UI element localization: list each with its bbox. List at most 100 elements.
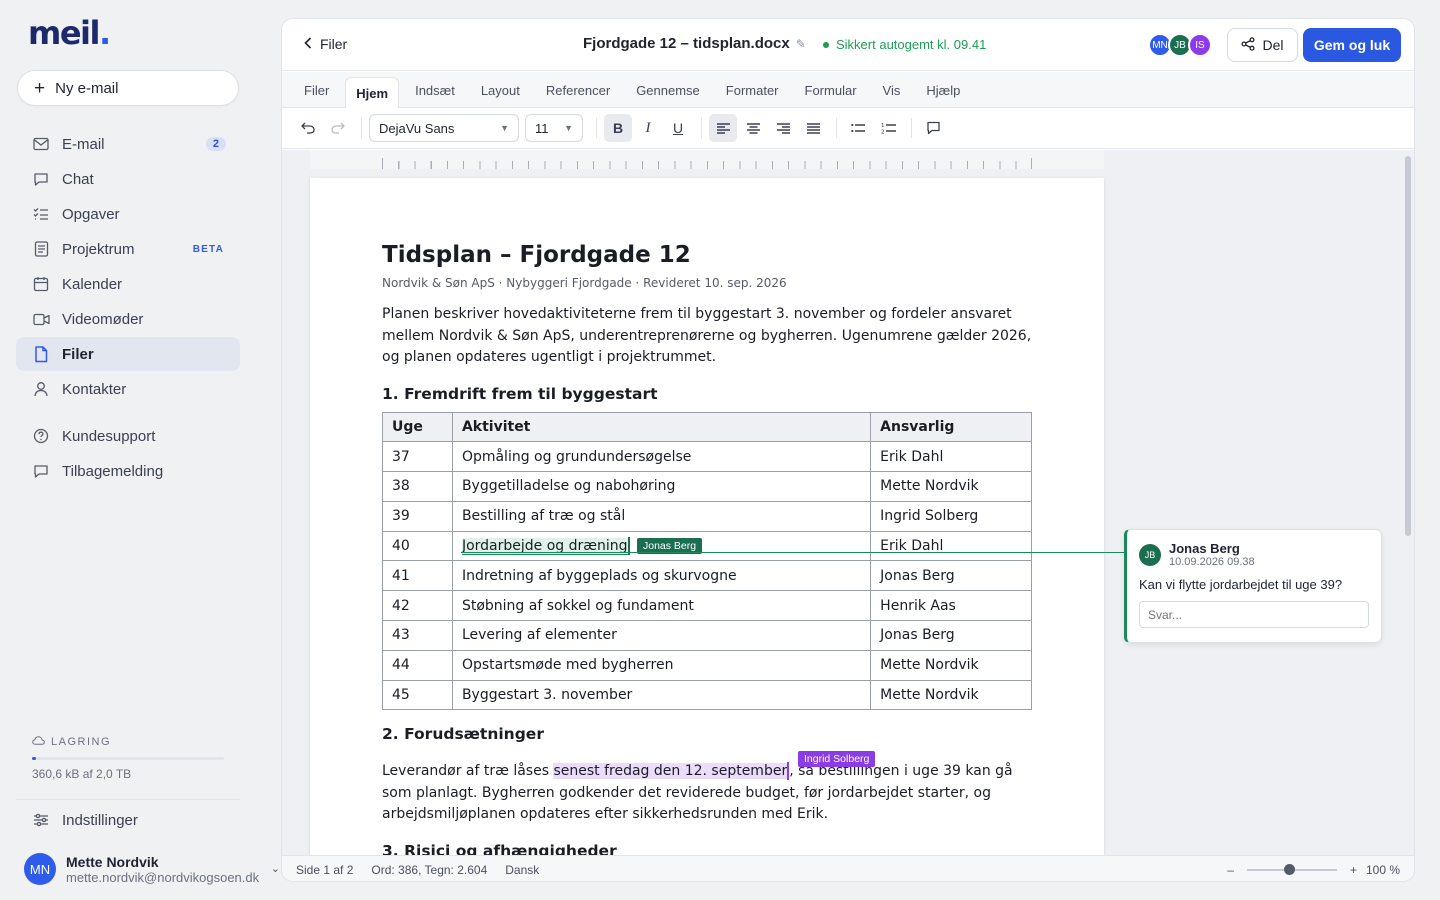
tab-filer[interactable]: Filer <box>294 72 339 108</box>
schedule-table[interactable]: Uge Aktivitet Ansvarlig 37 Opmåling og gr… <box>382 411 1032 711</box>
tab-indsaet[interactable]: Indsæt <box>405 72 465 108</box>
column-header: Ansvarlig <box>870 411 1032 443</box>
language-indicator[interactable]: Dansk <box>505 863 539 877</box>
tab-vis[interactable]: Vis <box>873 72 911 108</box>
nav-label: Kundesupport <box>62 427 156 445</box>
tab-hjaelp[interactable]: Hjælp <box>916 72 970 108</box>
table-row[interactable]: 44 Opstartsmøde med bygherren Mette Nordvi… <box>382 649 1032 681</box>
zoom-in-button[interactable]: + <box>1350 863 1357 877</box>
align-right-icon[interactable] <box>769 114 797 142</box>
nav-item-projektrum[interactable]: Projektrum BETA <box>16 232 240 266</box>
table-row[interactable]: 37 Opmåling og grundundersøgelse Erik Dahl <box>382 441 1032 473</box>
comment-card[interactable]: JB Jonas Berg 10.09.2026 09.38 Kan vi fl… <box>1124 529 1382 643</box>
underline-icon[interactable]: U <box>664 114 692 142</box>
undo-icon[interactable] <box>294 114 322 142</box>
bullet-list-icon[interactable] <box>844 114 872 142</box>
week-cell: 43 <box>382 620 453 651</box>
nav-item-email[interactable]: E-mail 2 <box>16 127 240 161</box>
tab-gennemse[interactable]: Gennemse <box>626 72 710 108</box>
owner-cell: Jonas Berg <box>870 560 1032 592</box>
sliders-icon <box>32 811 50 829</box>
numbered-list-icon[interactable]: 12 <box>874 114 902 142</box>
align-justify-icon[interactable] <box>799 114 827 142</box>
document-body[interactable]: Tidsplan – Fjordgade 12 Nordvik & Søn Ap… <box>382 240 1032 855</box>
selected-text[interactable]: senest fredag den 12. september <box>553 763 788 780</box>
project-icon <box>32 240 50 258</box>
back-to-files-button[interactable]: Filer <box>304 36 347 52</box>
secondary-nav: Kundesupport Tilbagemelding <box>16 419 240 489</box>
table-row[interactable]: 42 Støbning af sokkel og fundament Henrik … <box>382 590 1032 622</box>
comment-reply-input[interactable] <box>1139 601 1369 628</box>
nav-item-video[interactable]: Videomøder <box>16 302 240 336</box>
nav-label: Videomøder <box>62 310 144 328</box>
chevron-down-icon: ⌄ <box>270 863 280 875</box>
nav-item-chat[interactable]: Chat <box>16 162 240 196</box>
font-family-select[interactable]: DejaVu Sans ▼ <box>369 114 519 142</box>
beta-tag: BETA <box>192 243 224 255</box>
sidebar: meil. + Ny e-mail E-mail 2 Chat Opgaver … <box>0 0 280 900</box>
share-button[interactable]: Del <box>1227 28 1298 62</box>
tab-formater[interactable]: Formater <box>716 72 789 108</box>
bold-icon[interactable]: B <box>604 114 632 142</box>
document-canvas[interactable]: Tidsplan – Fjordgade 12 Nordvik & Søn Ap… <box>282 150 1414 855</box>
user-info: Mette Nordvik mette.nordvik@nordvikogsoe… <box>66 854 259 885</box>
document-meta: Nordvik & Søn ApS · Nybyggeri Fjordgade … <box>382 276 787 290</box>
tab-hjem[interactable]: Hjem <box>345 77 400 108</box>
ribbon-tabs: Filer Hjem Indsæt Layout Referencer Genn… <box>282 72 1414 108</box>
nav-item-files[interactable]: Filer <box>16 337 240 371</box>
nav-label: Projektrum <box>62 240 135 258</box>
font-size-select[interactable]: 11 ▼ <box>525 114 583 142</box>
zoom-slider[interactable] <box>1246 864 1337 875</box>
nav-item-support[interactable]: Kundesupport <box>16 419 240 453</box>
vertical-scrollbar[interactable] <box>1405 156 1411 536</box>
pencil-icon[interactable]: ✎ <box>796 37 806 51</box>
nav-item-tasks[interactable]: Opgaver <box>16 197 240 231</box>
table-row[interactable]: 45 Byggestart 3. november Mette Nordvik <box>382 679 1032 711</box>
tasks-icon <box>32 205 50 223</box>
table-row[interactable]: 39 Bestilling af træ og stål Ingrid Solber… <box>382 500 1032 532</box>
document-title[interactable]: Fjordgade 12 – tidsplan.docx ✎ <box>583 35 806 52</box>
table-row[interactable]: 40 Jordarbejde og dræning Jonas Berg Eri… <box>382 530 1032 562</box>
toolbar-separator <box>596 118 597 138</box>
comment-icon[interactable] <box>919 114 947 142</box>
week-cell: 37 <box>382 441 453 473</box>
align-center-icon[interactable] <box>739 114 767 142</box>
zoom-out-button[interactable]: – <box>1227 863 1234 877</box>
redo-icon[interactable] <box>324 114 352 142</box>
owner-cell: Jonas Berg <box>870 620 1032 651</box>
file-icon <box>32 345 50 363</box>
table-row[interactable]: 43 Levering af elementer Jonas Berg <box>382 620 1032 651</box>
main-nav: E-mail 2 Chat Opgaver Projektrum BETA Ka… <box>16 127 240 407</box>
nav-item-feedback[interactable]: Tilbagemelding <box>16 454 240 488</box>
tab-formular[interactable]: Formular <box>795 72 867 108</box>
align-left-icon[interactable] <box>709 114 737 142</box>
nav-item-settings[interactable]: Indstillinger <box>16 803 240 837</box>
user-menu[interactable]: MN Mette Nordvik mette.nordvik@nordvikog… <box>24 852 280 886</box>
zoom-slider-handle[interactable] <box>1284 864 1296 875</box>
table-row[interactable]: 41 Indretning af byggeplads og skurvogne J… <box>382 560 1032 592</box>
tab-layout[interactable]: Layout <box>471 72 530 108</box>
italic-icon[interactable]: I <box>634 114 662 142</box>
formatting-toolbar: DejaVu Sans ▼ 11 ▼ B I U 12 <box>282 108 1414 149</box>
nav-item-calendar[interactable]: Kalender <box>16 267 240 301</box>
word-count[interactable]: Ord: 386, Tegn: 2.604 <box>371 863 487 877</box>
divider <box>16 799 240 800</box>
avatar[interactable]: IS <box>1188 33 1212 57</box>
new-email-button[interactable]: + Ny e-mail <box>17 70 239 106</box>
activity-cell: Byggetilladelse og nabohøring <box>451 471 872 502</box>
tab-referencer[interactable]: Referencer <box>536 72 620 108</box>
save-and-close-button[interactable]: Gem og luk <box>1303 28 1401 62</box>
cloud-icon <box>32 736 45 748</box>
app-logo[interactable]: meil. <box>28 14 111 52</box>
collaborator-cursor-label: Ingrid Solberg <box>798 751 876 768</box>
storage-title-text: LAGRING <box>51 736 112 748</box>
nav-item-contacts[interactable]: Kontakter <box>16 372 240 406</box>
comment-text: Kan vi flytte jordarbejdet til uge 39? <box>1139 577 1343 592</box>
section-heading-1: 1. Fremdrift frem til byggestart <box>382 384 658 403</box>
document-page[interactable]: Tidsplan – Fjordgade 12 Nordvik & Søn Ap… <box>310 178 1104 855</box>
zoom-level: 100 % <box>1365 863 1400 877</box>
video-icon <box>32 310 50 328</box>
toolbar-separator <box>911 118 912 138</box>
table-row[interactable]: 38 Byggetilladelse og nabohøring Mette Nor… <box>382 471 1032 502</box>
autosave-status: Sikkert autogemt kl. 09.41 <box>823 37 986 52</box>
